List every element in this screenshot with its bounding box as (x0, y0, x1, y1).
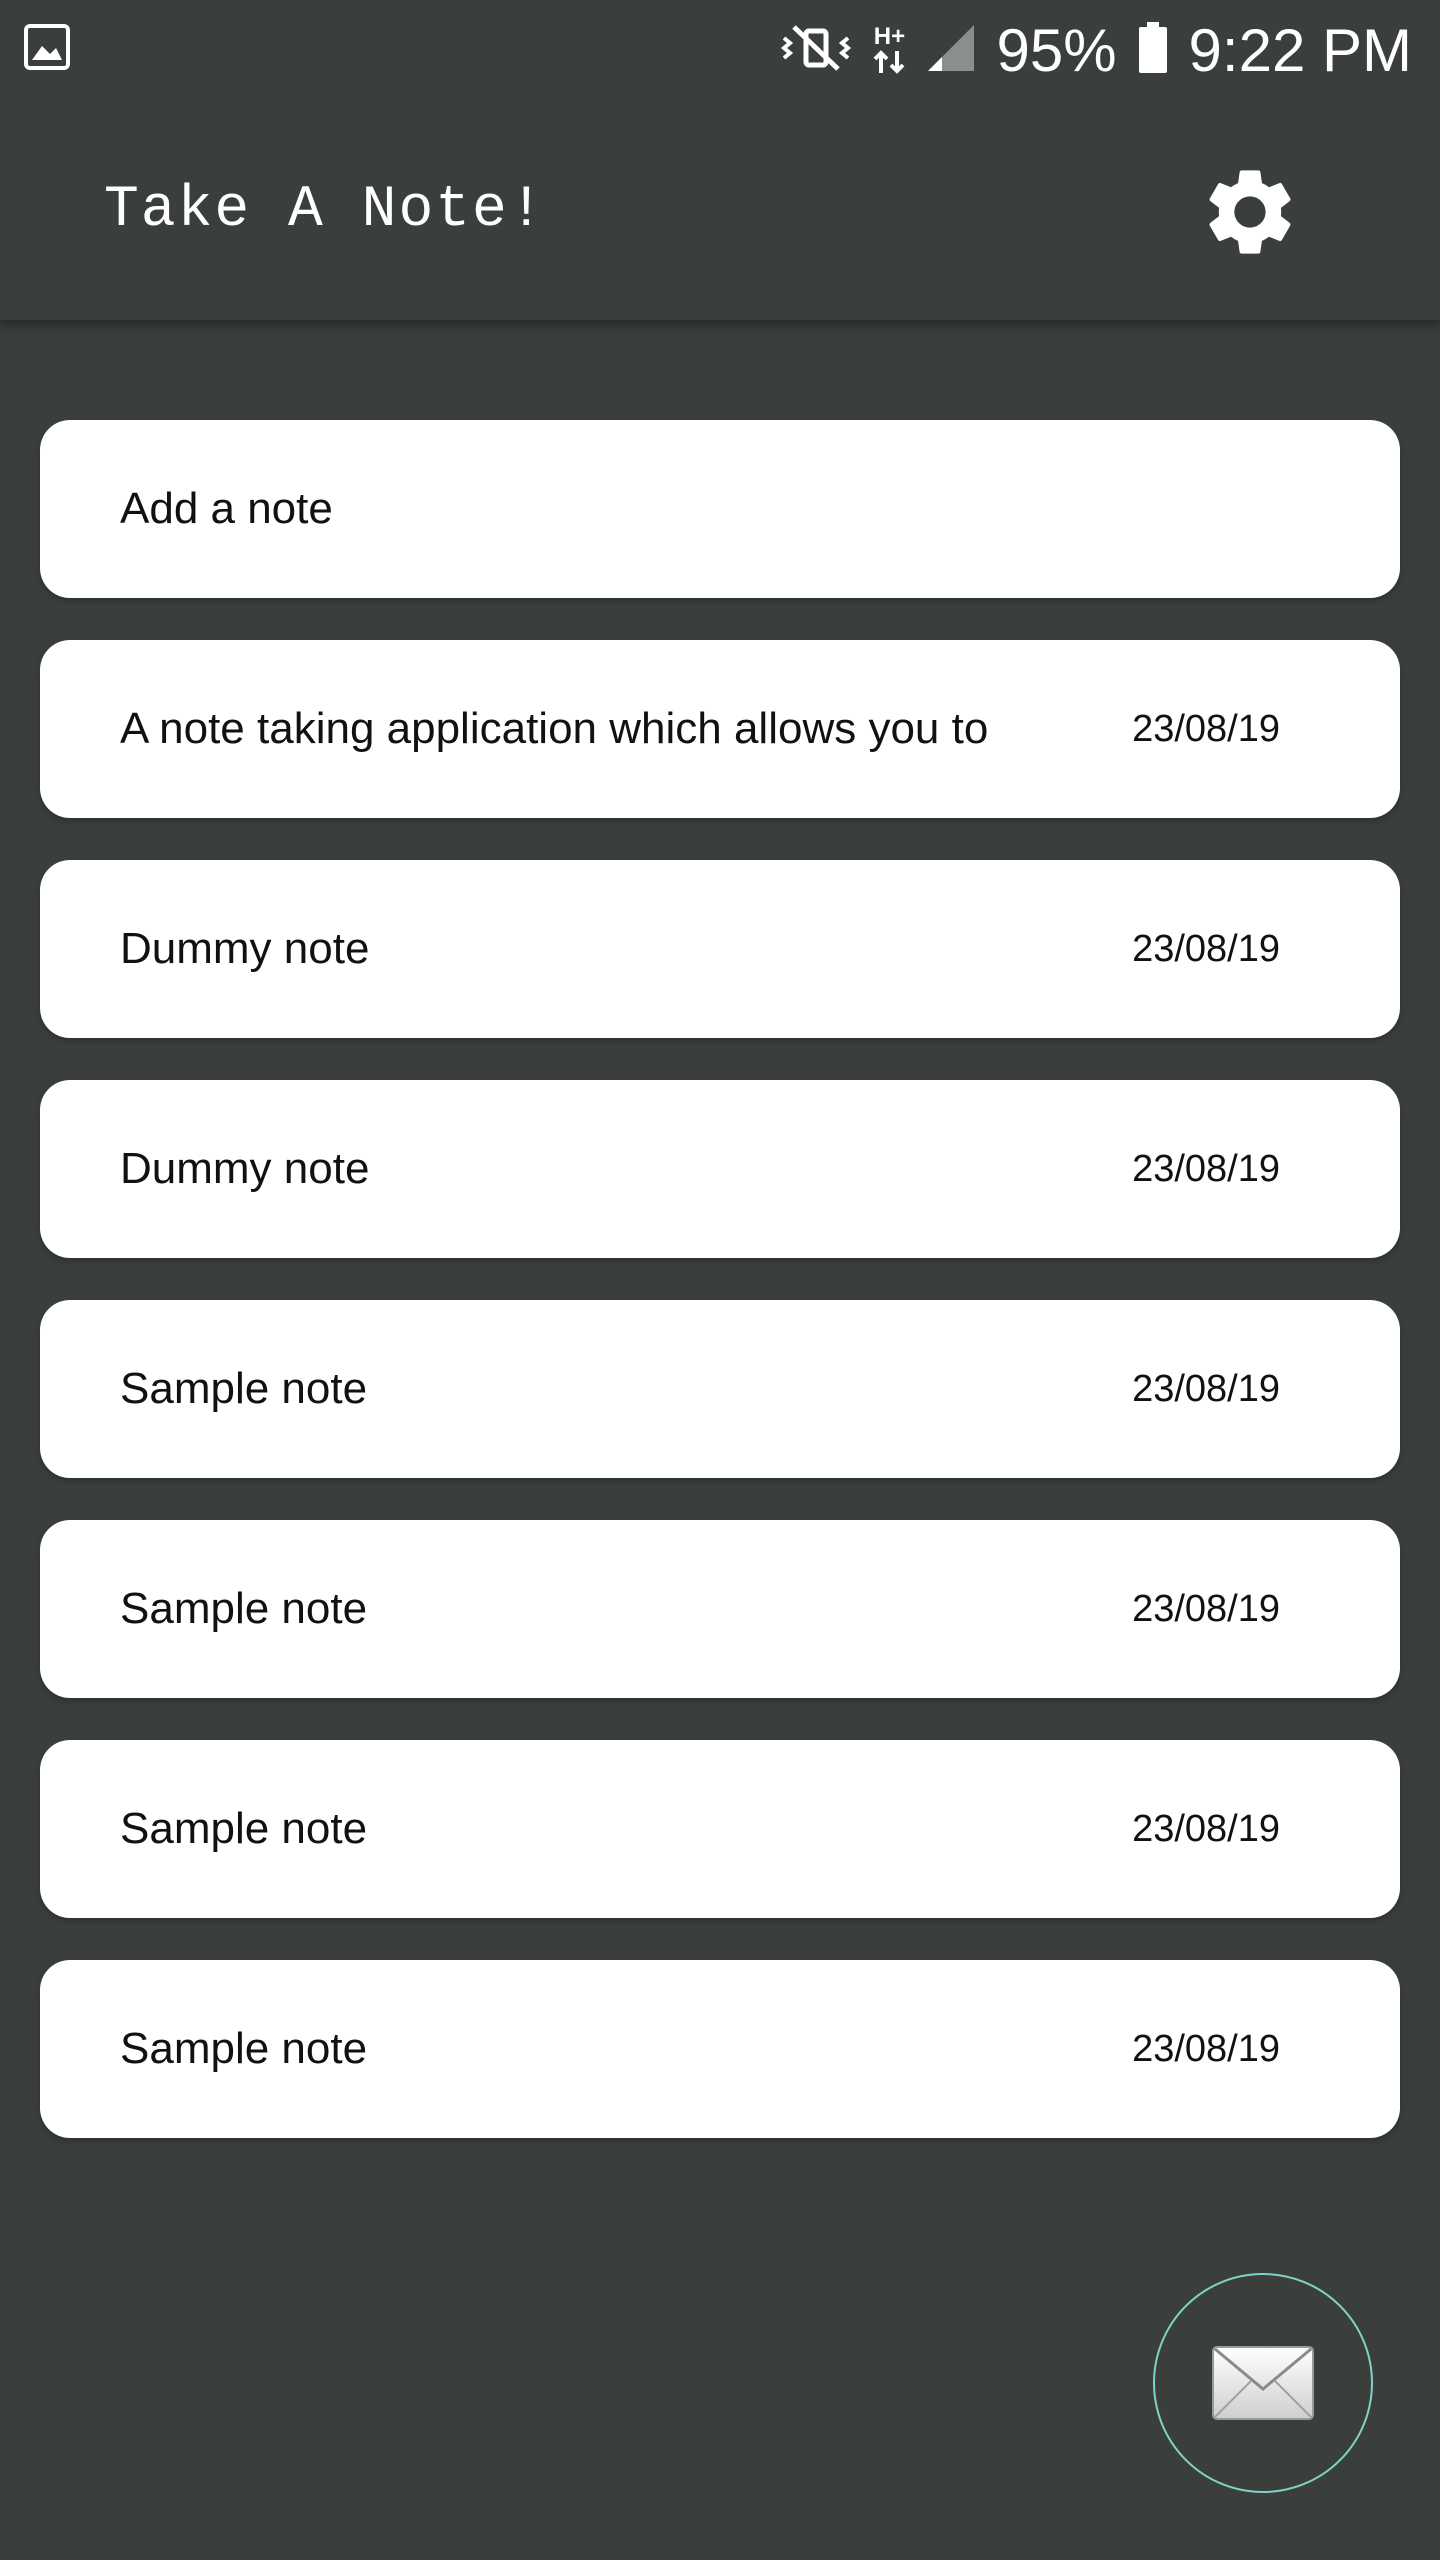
note-title: A note taking application which allows y… (120, 704, 989, 753)
note-item[interactable]: Sample note 23/08/19 (40, 1300, 1400, 1478)
status-time: 9:22 PM (1188, 16, 1412, 84)
settings-button[interactable] (1190, 152, 1310, 272)
add-note-label: Add a note (120, 484, 333, 533)
app-bar: Take A Note! (0, 100, 1440, 320)
note-item[interactable]: Sample note 23/08/19 (40, 1740, 1400, 1918)
vibrate-mute-icon (780, 23, 852, 78)
note-date: 23/08/19 (1132, 928, 1280, 970)
note-title: Sample note (120, 1584, 368, 1633)
note-date: 23/08/19 (1132, 1148, 1280, 1190)
note-title: Sample note (120, 2024, 368, 2073)
network-indicator: H+ (872, 25, 906, 75)
note-date: 23/08/19 (1132, 2028, 1280, 2070)
status-bar: H+ 95% 9:22 PM (0, 0, 1440, 100)
note-title: Sample note (120, 1804, 368, 1853)
add-note-button[interactable]: Add a note (40, 420, 1400, 598)
note-title: Sample note (120, 1364, 368, 1413)
envelope-icon (1212, 2346, 1314, 2420)
battery-icon (1137, 21, 1169, 79)
note-item[interactable]: Sample note 23/08/19 (40, 1960, 1400, 2138)
note-item[interactable]: Dummy note 23/08/19 (40, 860, 1400, 1038)
note-item[interactable]: Sample note 23/08/19 (40, 1520, 1400, 1698)
signal-icon (926, 23, 976, 78)
note-title: Dummy note (120, 924, 370, 973)
gear-icon (1209, 170, 1291, 254)
note-date: 23/08/19 (1132, 708, 1280, 750)
note-date: 23/08/19 (1132, 1368, 1280, 1410)
data-arrows-icon (874, 50, 905, 74)
battery-percent: 95% (996, 16, 1117, 84)
note-date: 23/08/19 (1132, 1808, 1280, 1850)
notes-list: Add a note A note taking application whi… (40, 420, 1400, 2180)
app-title: Take A Note! (104, 178, 546, 243)
network-label: H+ (873, 23, 906, 50)
note-item[interactable]: Dummy note 23/08/19 (40, 1080, 1400, 1258)
note-title: Dummy note (120, 1144, 370, 1193)
note-item[interactable]: A note taking application which allows y… (40, 640, 1400, 818)
send-email-fab[interactable] (1153, 2273, 1373, 2493)
image-icon (24, 24, 70, 75)
note-date: 23/08/19 (1132, 1588, 1280, 1630)
